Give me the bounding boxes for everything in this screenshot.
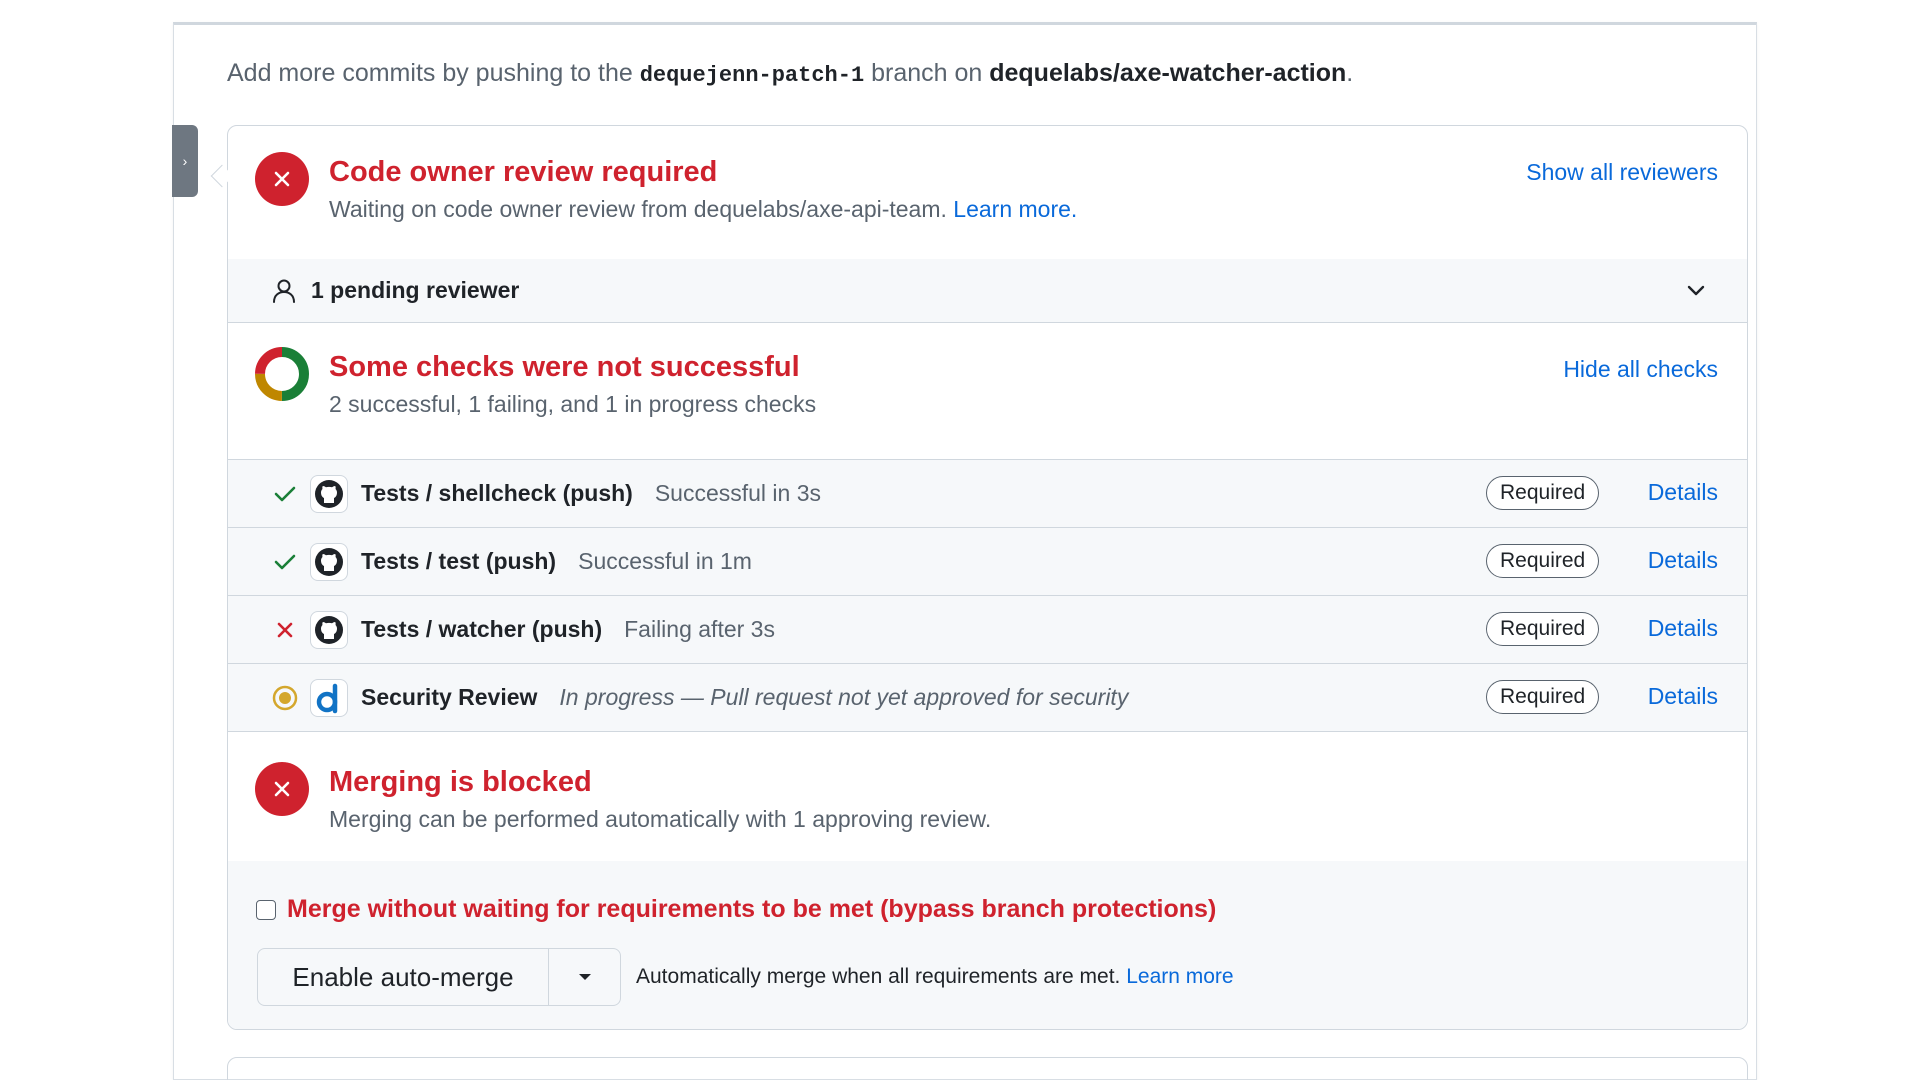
review-subtitle: Waiting on code owner review from dequel… [329,194,1077,224]
checks-title: Some checks were not successful [329,351,800,383]
check-description: Successful in 3s [654,480,822,506]
blocked-title: Merging is blocked [329,766,592,798]
check-icon [274,554,296,569]
review-subtitle-text: Waiting on code owner review from dequel… [329,196,954,222]
enable-auto-merge-button[interactable]: Enable auto-merge [258,949,548,1005]
next-box-edge [227,1057,1748,1080]
check-row: Tests / shellcheck (push) Successful in … [228,460,1747,528]
push-hint-prefix: Add more commits by pushing to the [227,59,640,87]
timeline-badge: › [172,125,198,197]
review-section: Code owner review required Waiting on co… [228,126,1747,323]
x-circle-icon [255,762,309,816]
repo-name: dequelabs/axe-watcher-action [989,59,1347,87]
pending-reviewers-toggle[interactable]: 1 pending reviewer [228,259,1747,322]
check-name: Security Review [361,684,538,710]
merge-controls: Merge without waiting for requirements t… [228,861,1747,1029]
github-icon [310,474,348,513]
push-hint: Add more commits by pushing to the deque… [227,59,1353,88]
person-icon [273,279,295,303]
github-icon [310,610,348,649]
show-all-reviewers-link[interactable]: Show all reviewers [1526,159,1718,186]
check-row: Tests / test (push) Successful in 1m Req… [228,528,1747,596]
check-description: Failing after 3s [624,616,775,642]
deque-icon [310,678,348,717]
review-learn-more-link[interactable]: Learn more. [953,196,1077,222]
chevron-down-icon [1687,285,1705,296]
blocked-subtitle: Merging can be performed automatically w… [329,806,992,832]
required-badge: Required [1486,544,1600,578]
required-badge: Required [1486,476,1600,510]
checks-donut-icon [255,347,309,401]
bypass-checkbox[interactable] [256,899,276,920]
required-badge: Required [1486,680,1600,714]
pending-dot-icon [272,685,298,710]
review-title: Code owner review required [329,156,718,188]
check-details-link[interactable]: Details [1648,547,1718,574]
checks-section: Some checks were not successful 2 succes… [228,323,1747,460]
hide-all-checks-link[interactable]: Hide all checks [1563,356,1718,383]
checks-list: Tests / shellcheck (push) Successful in … [228,460,1747,732]
check-description: Successful in 1m [578,548,752,574]
branch-name: dequejenn-patch-1 [639,63,865,88]
auto-merge-learn-more-link[interactable]: Learn more [1126,965,1233,988]
check-details-link[interactable]: Details [1648,615,1718,642]
auto-merge-button-group: Enable auto-merge [257,948,621,1006]
required-badge: Required [1486,612,1600,646]
check-icon [274,486,296,501]
x-circle-icon [255,152,309,206]
push-hint-middle: branch on [864,59,990,87]
check-row: Tests / watcher (push) Failing after 3s … [228,596,1747,664]
auto-merge-note: Automatically merge when all requirement… [636,965,1234,989]
x-icon [277,622,293,637]
auto-merge-note-text: Automatically merge when all requirement… [636,965,1127,988]
check-details-link[interactable]: Details [1648,479,1718,506]
checks-subtitle: 2 successful, 1 failing, and 1 in progre… [329,391,817,417]
merge-page: Add more commits by pushing to the deque… [172,22,1757,1080]
push-hint-suffix: . [1346,59,1354,87]
caret-down-icon [578,974,591,980]
check-name: Tests / test (push) [361,548,557,574]
check-name: Tests / watcher (push) [361,616,603,642]
check-row: Security Review In progress — Pull reque… [228,664,1747,732]
check-description: In progress — Pull request not yet appro… [559,684,1129,710]
bypass-option[interactable]: Merge without waiting for requirements t… [256,895,1216,924]
merge-options-dropdown[interactable] [548,949,620,1005]
github-icon [310,542,348,581]
bypass-label[interactable]: Merge without waiting for requirements t… [287,895,1216,924]
blocked-section: Merging is blocked Merging can be perfor… [228,732,1747,867]
check-name: Tests / shellcheck (push) [361,480,633,506]
check-details-link[interactable]: Details [1648,683,1718,710]
pending-reviewer-label: 1 pending reviewer [311,277,520,303]
merge-box: Code owner review required Waiting on co… [227,125,1748,1030]
